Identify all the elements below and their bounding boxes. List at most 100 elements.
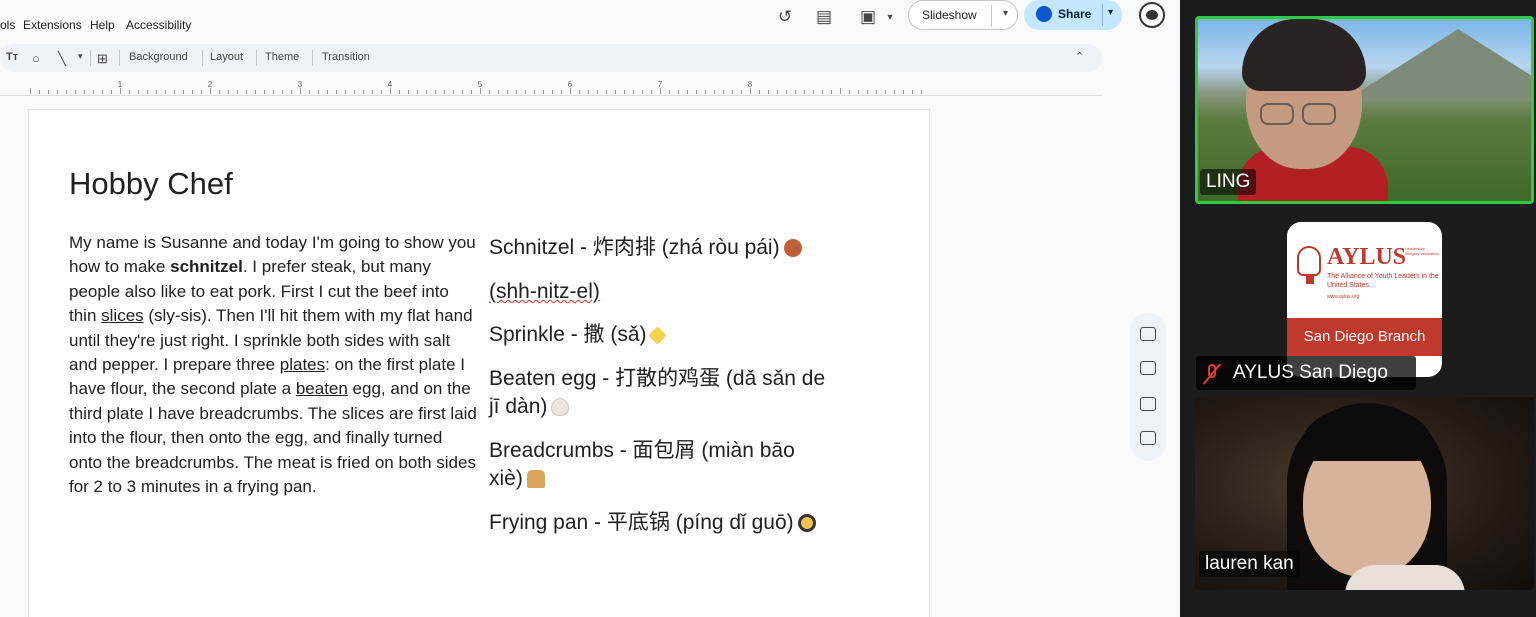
body-underlined-word: slices (101, 306, 144, 326)
ruler-number: 1 (117, 80, 123, 89)
participant-video (1302, 103, 1336, 125)
participant-video (1299, 411, 1435, 461)
ruler-tick (588, 90, 589, 94)
text-style-icon[interactable]: Tт (6, 51, 18, 63)
ruler-tick (489, 90, 490, 94)
share-button[interactable]: Share ▾ (1024, 0, 1122, 30)
line-icon[interactable]: ╲ (58, 51, 66, 67)
ruler-number: 3 (297, 80, 303, 89)
participant-name: lauren kan (1199, 551, 1300, 577)
ruler-divider (0, 95, 1102, 96)
ruler-tick (327, 90, 328, 94)
ruler-number: 8 (747, 80, 753, 89)
meet-caret-icon[interactable]: ▾ (877, 4, 903, 30)
menu-tools[interactable]: ols (0, 18, 15, 32)
body-underlined-word: beaten (295, 379, 348, 399)
ruler-tick (138, 90, 139, 94)
ruler-tick (534, 90, 535, 94)
theme-button[interactable]: Theme (265, 51, 299, 63)
ruler-tick (768, 90, 769, 94)
ruler-tick (597, 90, 598, 94)
ruler-tick (201, 90, 202, 94)
horizontal-ruler: 1 2 3 4 5 6 7 8 (28, 80, 930, 94)
slide-body-text[interactable]: My name is Susanne and today I'm going t… (69, 231, 479, 499)
lightbulb-icon (1297, 246, 1321, 284)
participant-name: LING (1200, 169, 1257, 195)
aylus-tagline: The Alliance of Youth Leaders in the Uni… (1327, 273, 1439, 289)
aylus-side-text: Leadership Integrity Innovation (1405, 246, 1439, 256)
ruler-tick (705, 90, 706, 94)
ruler-tick (642, 90, 643, 94)
menu-bar: ols Extensions Help Accessibility ↺ ▤ ▣ … (0, 0, 1180, 50)
chevron-down-icon[interactable]: ▾ (1003, 8, 1008, 19)
comment-icon[interactable]: ▤ (811, 4, 837, 30)
ruler-tick (345, 90, 346, 94)
ruler-tick (831, 90, 832, 94)
background-button[interactable]: Background (129, 51, 188, 63)
participant-tile-aylus[interactable]: AYLUS Leadership Integrity Innovation Th… (1287, 222, 1442, 377)
frying-pan-emoji-icon (797, 514, 816, 533)
ruler-tick (147, 90, 148, 94)
ruler-tick (723, 90, 724, 94)
ruler-tick (66, 90, 67, 94)
ruler-tick (651, 90, 652, 94)
slide-title[interactable]: Hobby Chef (69, 166, 233, 202)
account-avatar[interactable] (1139, 2, 1165, 28)
ruler-tick (237, 90, 238, 94)
ruler-tick (462, 90, 463, 94)
vocab-schnitzel: Schnitzel - 炸肉排 (zhá ròu pái) (489, 234, 899, 262)
vocab-text: Sprinkle - 撒 (sǎ) (489, 323, 647, 346)
toolbar-divider (90, 50, 91, 66)
slideshow-divider (991, 5, 992, 27)
aylus-logo-card: AYLUS Leadership Integrity Innovation Th… (1287, 222, 1442, 377)
chevron-down-icon[interactable]: ▾ (78, 51, 83, 62)
tasks-icon[interactable] (1140, 361, 1156, 375)
ruler-tick (858, 90, 859, 94)
folder-icon[interactable] (1140, 431, 1156, 445)
ruler-tick (498, 90, 499, 94)
ruler-tick (453, 90, 454, 94)
layout-button[interactable]: Layout (210, 51, 243, 63)
ruler-tick (552, 90, 553, 94)
ruler-tick (687, 90, 688, 94)
ruler-tick (282, 90, 283, 94)
formatting-toolbar: Tт ○ ╲ ▾ ⊞ Background Layout Theme Trans… (0, 44, 1102, 72)
ruler-tick (759, 90, 760, 94)
ruler-tick (417, 90, 418, 94)
slide-canvas[interactable]: Hobby Chef My name is Susanne and today … (28, 109, 930, 617)
contacts-icon[interactable] (1140, 397, 1156, 411)
slideshow-button[interactable]: Slideshow ▾ (908, 0, 1018, 30)
meat-emoji-icon (783, 239, 802, 258)
insert-comment-icon[interactable]: ⊞ (97, 51, 108, 67)
vocab-text: (shh-nitz-el) (489, 280, 600, 303)
ruler-tick (696, 90, 697, 94)
menu-extensions[interactable]: Extensions (23, 18, 82, 32)
ruler-tick (318, 90, 319, 94)
menu-help[interactable]: Help (90, 18, 115, 32)
vocab-pronunciation: (shh-nitz-el) (489, 278, 899, 306)
ruler-tick (183, 90, 184, 94)
body-underlined-word: plates (279, 355, 326, 375)
ruler-tick (255, 90, 256, 94)
ruler-tick (435, 90, 436, 94)
history-icon[interactable]: ↺ (772, 4, 798, 30)
menu-accessibility[interactable]: Accessibility (126, 18, 191, 32)
keep-icon[interactable] (1140, 327, 1156, 341)
app: ols Extensions Help Accessibility ↺ ▤ ▣ … (0, 0, 1536, 617)
side-panel (1130, 313, 1166, 461)
shapes-icon[interactable]: ○ (32, 51, 40, 66)
ruler-tick (669, 90, 670, 94)
vocab-breadcrumbs: Breadcrumbs - 面包屑 (miàn bāo xiè) (489, 437, 899, 493)
ruler-number: 4 (387, 80, 393, 89)
toolbar-divider (256, 50, 257, 66)
ruler-tick (156, 90, 157, 94)
participant-tile-ling[interactable]: LING (1195, 16, 1534, 204)
ruler-tick (30, 88, 31, 94)
ruler-tick (381, 90, 382, 94)
transition-button[interactable]: Transition (322, 51, 370, 63)
chevron-down-icon[interactable]: ▾ (1108, 7, 1113, 18)
participant-tile-lauren[interactable]: lauren kan (1195, 397, 1534, 590)
collapse-toolbar-icon[interactable]: ⌃ (1075, 50, 1084, 63)
ruler-tick (813, 90, 814, 94)
background-mountain (1348, 29, 1531, 99)
